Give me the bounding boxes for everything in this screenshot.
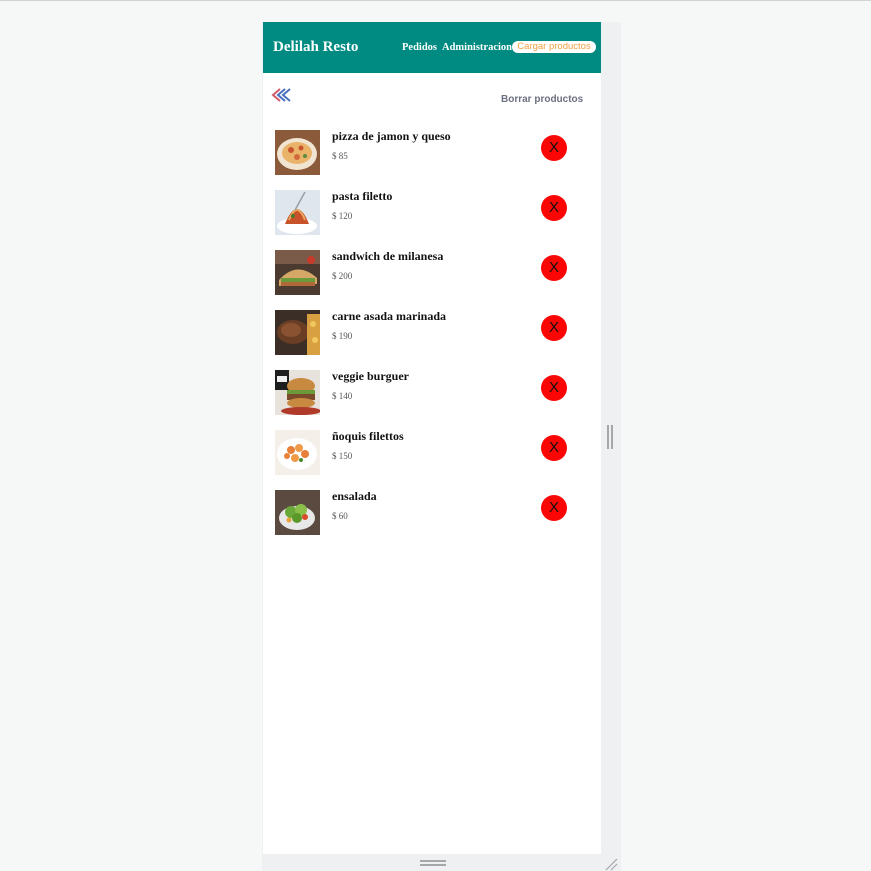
product-price: $ 200 [332, 271, 353, 281]
product-name: carne asada marinada [332, 309, 446, 323]
product-name: pizza de jamon y queso [332, 129, 451, 143]
product-row: ñoquis filettos $ 150 X [263, 429, 601, 490]
product-price: $ 60 [332, 511, 348, 521]
delete-product-button[interactable]: X [541, 435, 567, 461]
delete-product-button[interactable]: X [541, 375, 567, 401]
product-row: carne asada marinada $ 190 X [263, 309, 601, 370]
product-row: pasta filetto $ 120 X [263, 189, 601, 250]
product-image-veggie-burger [275, 370, 320, 415]
delete-product-button[interactable]: X [541, 195, 567, 221]
product-image-carne-asada [275, 310, 320, 355]
app-viewport: Delilah Resto Pedidos Administracion Car… [263, 22, 601, 854]
delete-product-button[interactable]: X [541, 315, 567, 341]
product-row: ensalada $ 60 X [263, 489, 601, 550]
product-row: sandwich de milanesa $ 200 X [263, 249, 601, 310]
brand-logo[interactable]: Delilah Resto [273, 39, 358, 56]
product-name: pasta filetto [332, 189, 393, 203]
delete-product-button[interactable]: X [541, 495, 567, 521]
product-image-pasta [275, 190, 320, 235]
product-image-salad [275, 490, 320, 535]
nav-link-administracion[interactable]: Administracion [442, 42, 512, 53]
horizontal-resize-handle[interactable] [420, 860, 446, 868]
product-price: $ 140 [332, 391, 353, 401]
cargar-productos-button[interactable]: Cargar productos [512, 41, 596, 53]
product-name: ñoquis filettos [332, 429, 404, 443]
window-top-border [0, 0, 871, 1]
navbar: Delilah Resto Pedidos Administracion Car… [263, 22, 601, 73]
vertical-resize-handle[interactable] [607, 425, 613, 449]
product-row: veggie burguer $ 140 X [263, 369, 601, 430]
product-price: $ 190 [332, 331, 353, 341]
product-name: veggie burguer [332, 369, 409, 383]
corner-resize-icon[interactable] [604, 857, 618, 871]
delete-product-button[interactable]: X [541, 135, 567, 161]
product-name: sandwich de milanesa [332, 249, 444, 263]
product-image-pizza [275, 130, 320, 175]
double-chevron-left-icon[interactable] [270, 88, 292, 102]
product-price: $ 120 [332, 211, 353, 221]
product-price: $ 85 [332, 151, 348, 161]
product-image-gnocchi [275, 430, 320, 475]
nav-link-pedidos[interactable]: Pedidos [402, 42, 437, 53]
borrar-productos-button[interactable]: Borrar productos [501, 94, 583, 105]
product-name: ensalada [332, 489, 377, 503]
product-row: pizza de jamon y queso $ 85 X [263, 129, 601, 190]
product-price: $ 150 [332, 451, 353, 461]
delete-product-button[interactable]: X [541, 255, 567, 281]
product-image-sandwich [275, 250, 320, 295]
